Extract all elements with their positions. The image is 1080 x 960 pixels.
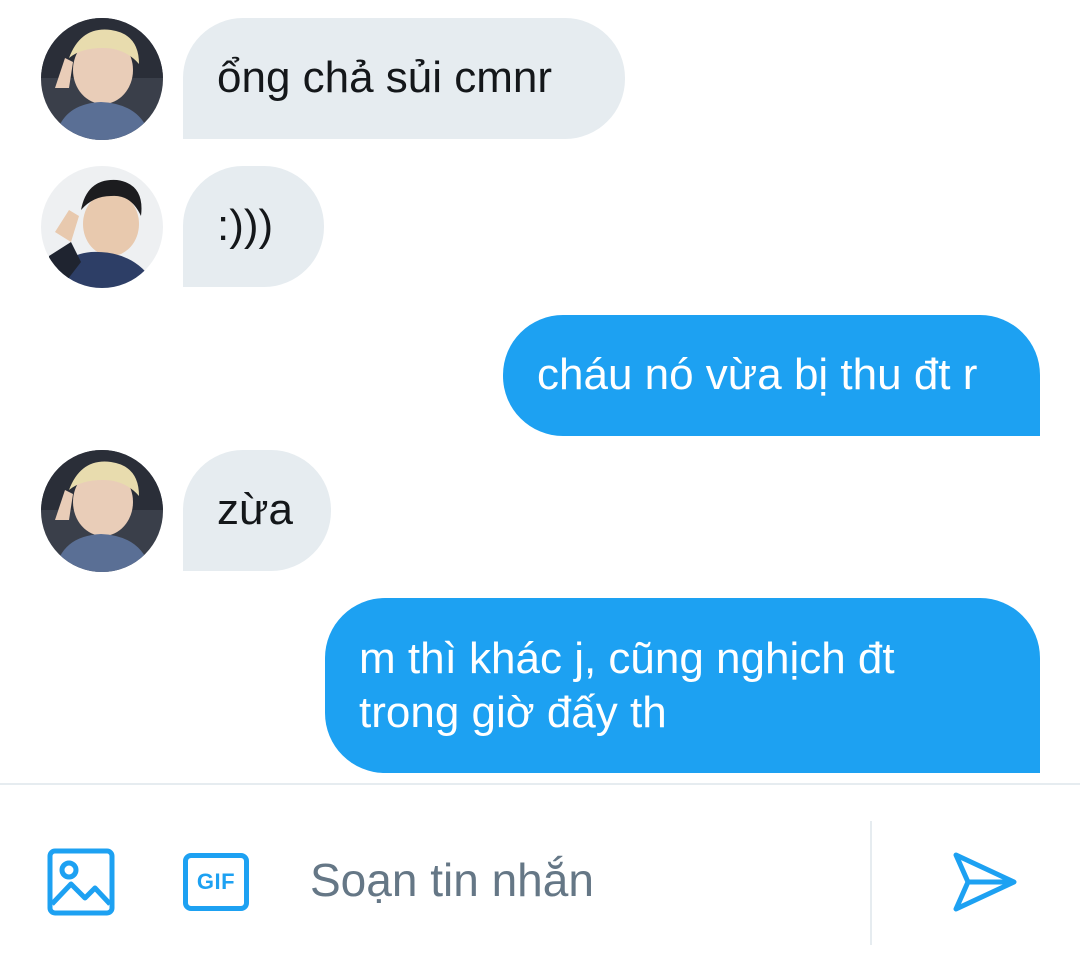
compose-message-input[interactable] — [310, 845, 850, 915]
add-gif-button[interactable]: GIF — [180, 849, 252, 915]
message-bubble-incoming[interactable]: :))) — [183, 166, 324, 287]
avatar[interactable] — [41, 450, 163, 572]
avatar[interactable] — [41, 166, 163, 288]
gif-label: GIF — [196, 869, 236, 894]
send-button[interactable] — [948, 847, 1022, 917]
message-text-line: trong giờ đấy th — [359, 688, 667, 737]
message-bubble-incoming[interactable]: ổng chả sủi cmnr — [183, 18, 625, 139]
image-icon — [47, 848, 115, 916]
gif-icon: GIF — [183, 853, 249, 911]
message-text: :))) — [217, 201, 274, 250]
message-text: cháu nó vừa bị thu đt r — [537, 350, 978, 399]
composer-divider — [870, 821, 872, 945]
dm-conversation-screen: ổng chả sủi cmnr :))) cháu nó vừa bị thu… — [0, 0, 1080, 960]
message-text: zừa — [217, 485, 293, 534]
send-icon — [953, 852, 1017, 912]
add-photo-button[interactable] — [46, 847, 116, 917]
message-bubble-outgoing[interactable]: m thì khác j, cũng nghịch đt trong giờ đ… — [325, 598, 1040, 773]
message-composer: GIF — [0, 783, 1080, 960]
message-bubble-incoming[interactable]: zừa — [183, 450, 331, 571]
avatar[interactable] — [41, 18, 163, 140]
message-bubble-outgoing[interactable]: cháu nó vừa bị thu đt r — [503, 315, 1040, 436]
message-text-line: m thì khác j, cũng nghịch đt — [359, 634, 895, 683]
message-text: ổng chả sủi cmnr — [217, 53, 553, 102]
